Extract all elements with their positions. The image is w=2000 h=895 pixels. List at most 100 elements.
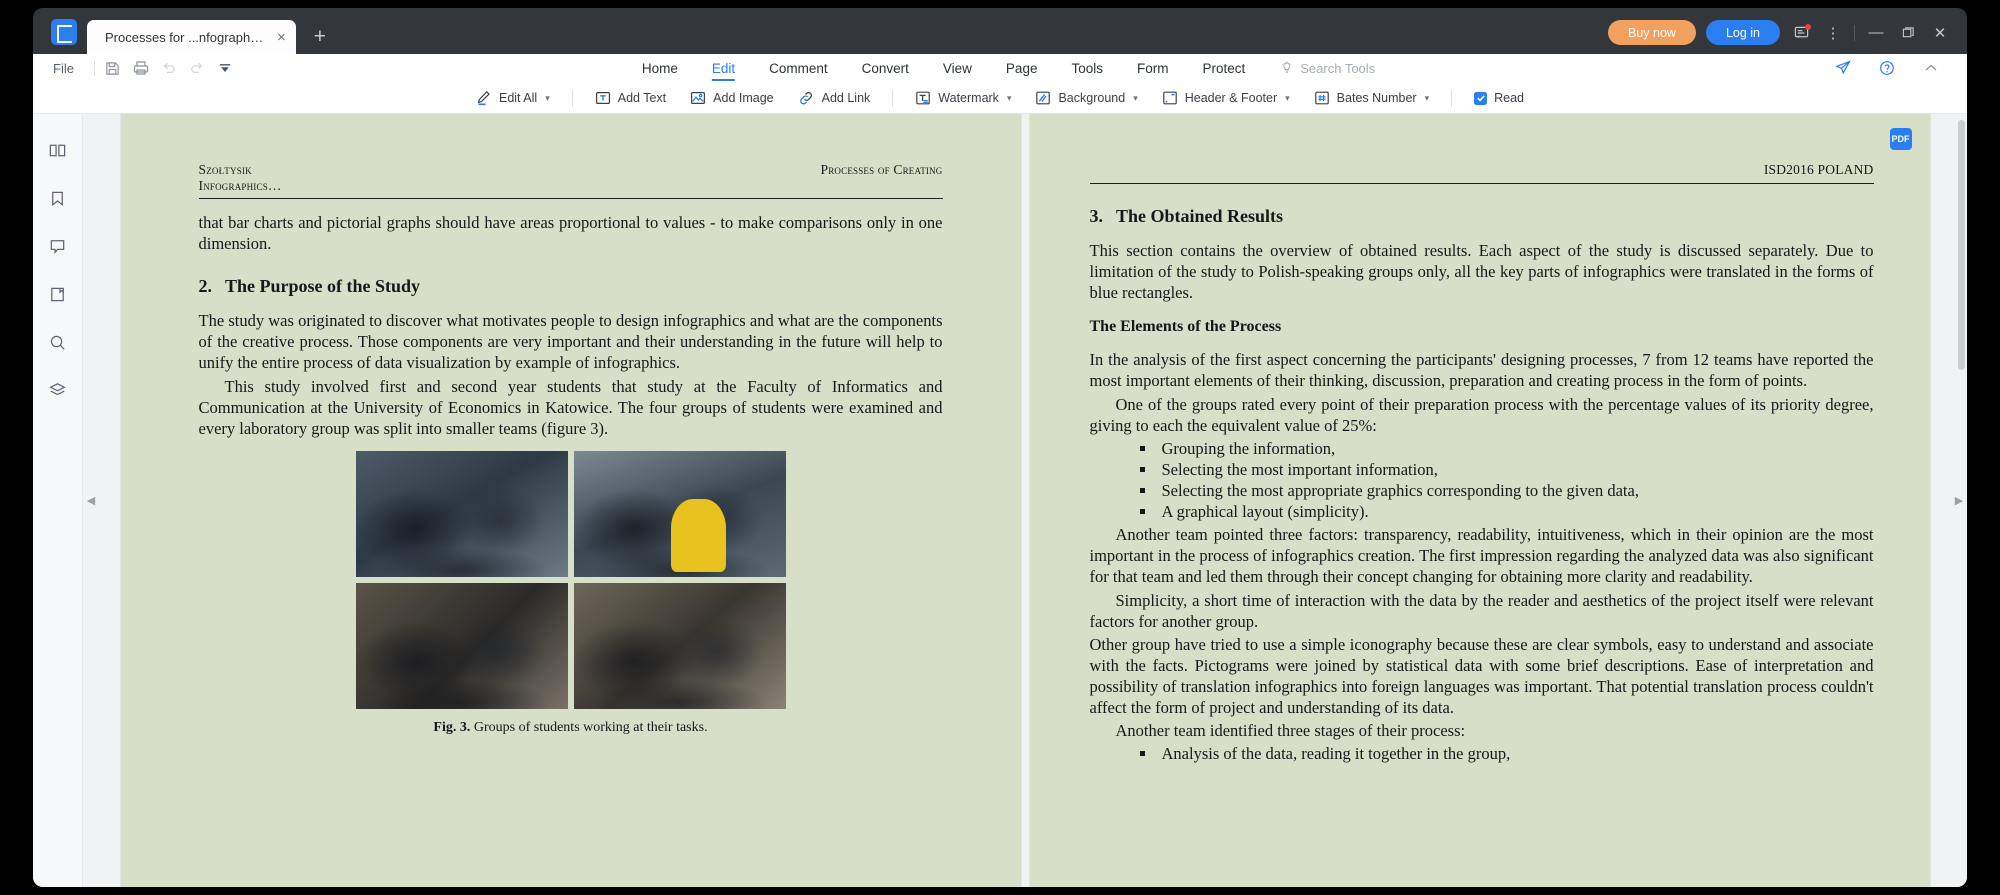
ribbon-tab-convert[interactable]: Convert xyxy=(845,54,926,82)
collapse-ribbon-icon[interactable] xyxy=(1917,57,1945,79)
add-link-button[interactable]: Add Link xyxy=(786,86,883,110)
bullet-list-1: Grouping the information, Selecting the … xyxy=(1090,438,1874,522)
list-item: Selecting the most appropriate graphics … xyxy=(1139,480,1874,501)
read-label: Read xyxy=(1494,91,1524,105)
sidebar-item-bookmarks[interactable] xyxy=(44,184,72,212)
menu-bar: File Home Edit Comment Convert View Page… xyxy=(33,54,1967,83)
menu-bar-right-icons xyxy=(1829,57,1967,79)
add-text-label: Add Text xyxy=(617,91,667,105)
figure-photo-4 xyxy=(573,582,786,709)
title-bar: Processes for ...nfographic.pdf × + Buy … xyxy=(33,8,1967,54)
section-title: The Purpose of the Study xyxy=(225,276,421,297)
help-icon[interactable] xyxy=(1873,57,1901,79)
app-body: ◀ ▶ Szołtysik Infographics… Processes of… xyxy=(33,114,1967,887)
share-icon[interactable] xyxy=(1829,57,1857,79)
right-paragraph-5: Simplicity, a short time of interaction … xyxy=(1089,590,1874,631)
log-in-button[interactable]: Log in xyxy=(1705,20,1780,45)
ribbon-tab-edit[interactable]: Edit xyxy=(695,54,752,82)
ribbon-tab-protect[interactable]: Protect xyxy=(1185,54,1262,82)
figure-photo-3 xyxy=(355,582,568,709)
ribbon-tab-view[interactable]: View xyxy=(926,54,989,82)
list-item: Grouping the information, xyxy=(1139,438,1874,459)
chevron-down-icon: ▾ xyxy=(1285,92,1290,103)
add-text-button[interactable]: Add Text xyxy=(583,86,678,110)
sidebar-item-search[interactable] xyxy=(44,328,72,356)
sidebar-item-attachments[interactable] xyxy=(44,280,72,308)
right-paragraph-3: One of the groups rated every point of t… xyxy=(1089,394,1874,435)
edit-all-button[interactable]: Edit All ▾ xyxy=(464,86,562,110)
figure-3 xyxy=(199,450,943,709)
edit-all-label: Edit All xyxy=(498,91,538,105)
customize-icon[interactable] xyxy=(211,57,239,79)
document-viewer[interactable]: ◀ ▶ Szołtysik Infographics… Processes of… xyxy=(83,114,1967,887)
print-icon[interactable] xyxy=(127,57,155,79)
new-tab-icon[interactable]: + xyxy=(314,26,326,47)
vertical-scrollbar-thumb[interactable] xyxy=(1958,120,1965,370)
sidebar-item-comments[interactable] xyxy=(44,232,72,260)
running-head-rule xyxy=(198,198,943,199)
section-number: 2. xyxy=(198,276,213,297)
ribbon-tab-comment[interactable]: Comment xyxy=(752,54,845,82)
section-heading-2: 2. The Purpose of the Study xyxy=(199,276,943,297)
bates-number-button[interactable]: Bates Number ▾ xyxy=(1302,86,1441,110)
pencil-icon xyxy=(477,91,490,106)
list-item: Analysis of the data, reading it togethe… xyxy=(1139,743,1874,764)
quick-access-divider xyxy=(93,60,95,76)
document-tab-title: Processes for ...nfographic.pdf xyxy=(105,29,265,45)
watermark-button[interactable]: Watermark ▾ xyxy=(903,86,1023,110)
paragraph-continued: that bar charts and pictorial graphs sho… xyxy=(198,213,943,254)
sidebar-item-layers[interactable] xyxy=(44,376,72,404)
section-title-3: The Obtained Results xyxy=(1116,206,1284,226)
section-heading-3: 3. The Obtained Results xyxy=(1090,206,1874,227)
close-window-button[interactable]: ✕ xyxy=(1929,22,1951,44)
minimize-button[interactable]: — xyxy=(1865,22,1887,44)
ribbon-tab-form[interactable]: Form xyxy=(1120,54,1186,82)
paragraph-2: This study involved first and second yea… xyxy=(198,376,943,438)
figure-photo-1 xyxy=(355,450,568,577)
thumbnails-icon xyxy=(49,144,66,156)
previous-page-arrow[interactable]: ◀ xyxy=(86,488,96,514)
running-head-author: Szołtysik xyxy=(198,162,252,177)
file-menu-button[interactable]: File xyxy=(33,61,90,76)
ribbon-tab-home[interactable]: Home xyxy=(625,54,695,82)
ribbon-tab-page[interactable]: Page xyxy=(989,54,1055,82)
toolbar-divider-1 xyxy=(571,89,573,107)
watermark-icon xyxy=(916,91,931,105)
chevron-down-icon: ▾ xyxy=(1133,92,1138,103)
background-button[interactable]: Background ▾ xyxy=(1023,86,1149,110)
watermark-label: Watermark xyxy=(938,91,999,105)
more-options-icon[interactable]: ⋮ xyxy=(1822,22,1844,44)
buy-now-button[interactable]: Buy now xyxy=(1607,20,1696,45)
lightbulb-icon xyxy=(1282,61,1292,73)
page-right[interactable]: PDF ISD2016 POLAND 3. The Obtained Resul… xyxy=(1029,114,1930,887)
page-spread: Szołtysik Infographics… Processes of Cre… xyxy=(120,114,1930,887)
page-left[interactable]: Szołtysik Infographics… Processes of Cre… xyxy=(120,114,1021,887)
read-mode-toggle[interactable]: Read xyxy=(1462,86,1536,110)
header-footer-button[interactable]: Header & Footer ▾ xyxy=(1150,86,1302,110)
sidebar-item-thumbnails[interactable] xyxy=(44,136,72,164)
close-tab-icon[interactable]: × xyxy=(265,30,286,45)
notification-badge-dot xyxy=(1805,23,1811,30)
redo-icon[interactable] xyxy=(183,57,211,79)
link-icon xyxy=(799,91,812,104)
maximize-button[interactable] xyxy=(1897,22,1919,44)
background-label: Background xyxy=(1058,91,1126,105)
document-tab[interactable]: Processes for ...nfographic.pdf × xyxy=(87,20,296,54)
right-paragraph-6: Other group have tried to use a simple i… xyxy=(1089,634,1874,718)
add-image-button[interactable]: Add Image xyxy=(678,86,785,110)
read-checkbox[interactable] xyxy=(1474,91,1488,105)
running-head-left: Szołtysik Infographics… Processes of Cre… xyxy=(199,162,943,194)
pdf-badge-icon[interactable]: PDF xyxy=(1889,128,1912,150)
notifications-icon[interactable] xyxy=(1790,22,1812,44)
right-paragraph-4: Another team pointed three factors: tran… xyxy=(1089,525,1874,587)
app-logo-icon xyxy=(51,19,77,45)
save-icon[interactable] xyxy=(99,57,127,79)
bullet-list-2: Analysis of the data, reading it togethe… xyxy=(1090,743,1874,764)
section-number-3: 3. xyxy=(1089,206,1104,226)
ribbon-tab-tools[interactable]: Tools xyxy=(1054,54,1120,82)
search-tools-button[interactable]: Search Tools xyxy=(1280,61,1375,76)
subsection-heading: The Elements of the Process xyxy=(1089,318,1282,336)
running-head-conference: ISD2016 POLAND xyxy=(1763,162,1874,177)
next-page-arrow[interactable]: ▶ xyxy=(1954,488,1964,514)
undo-icon[interactable] xyxy=(155,57,183,79)
